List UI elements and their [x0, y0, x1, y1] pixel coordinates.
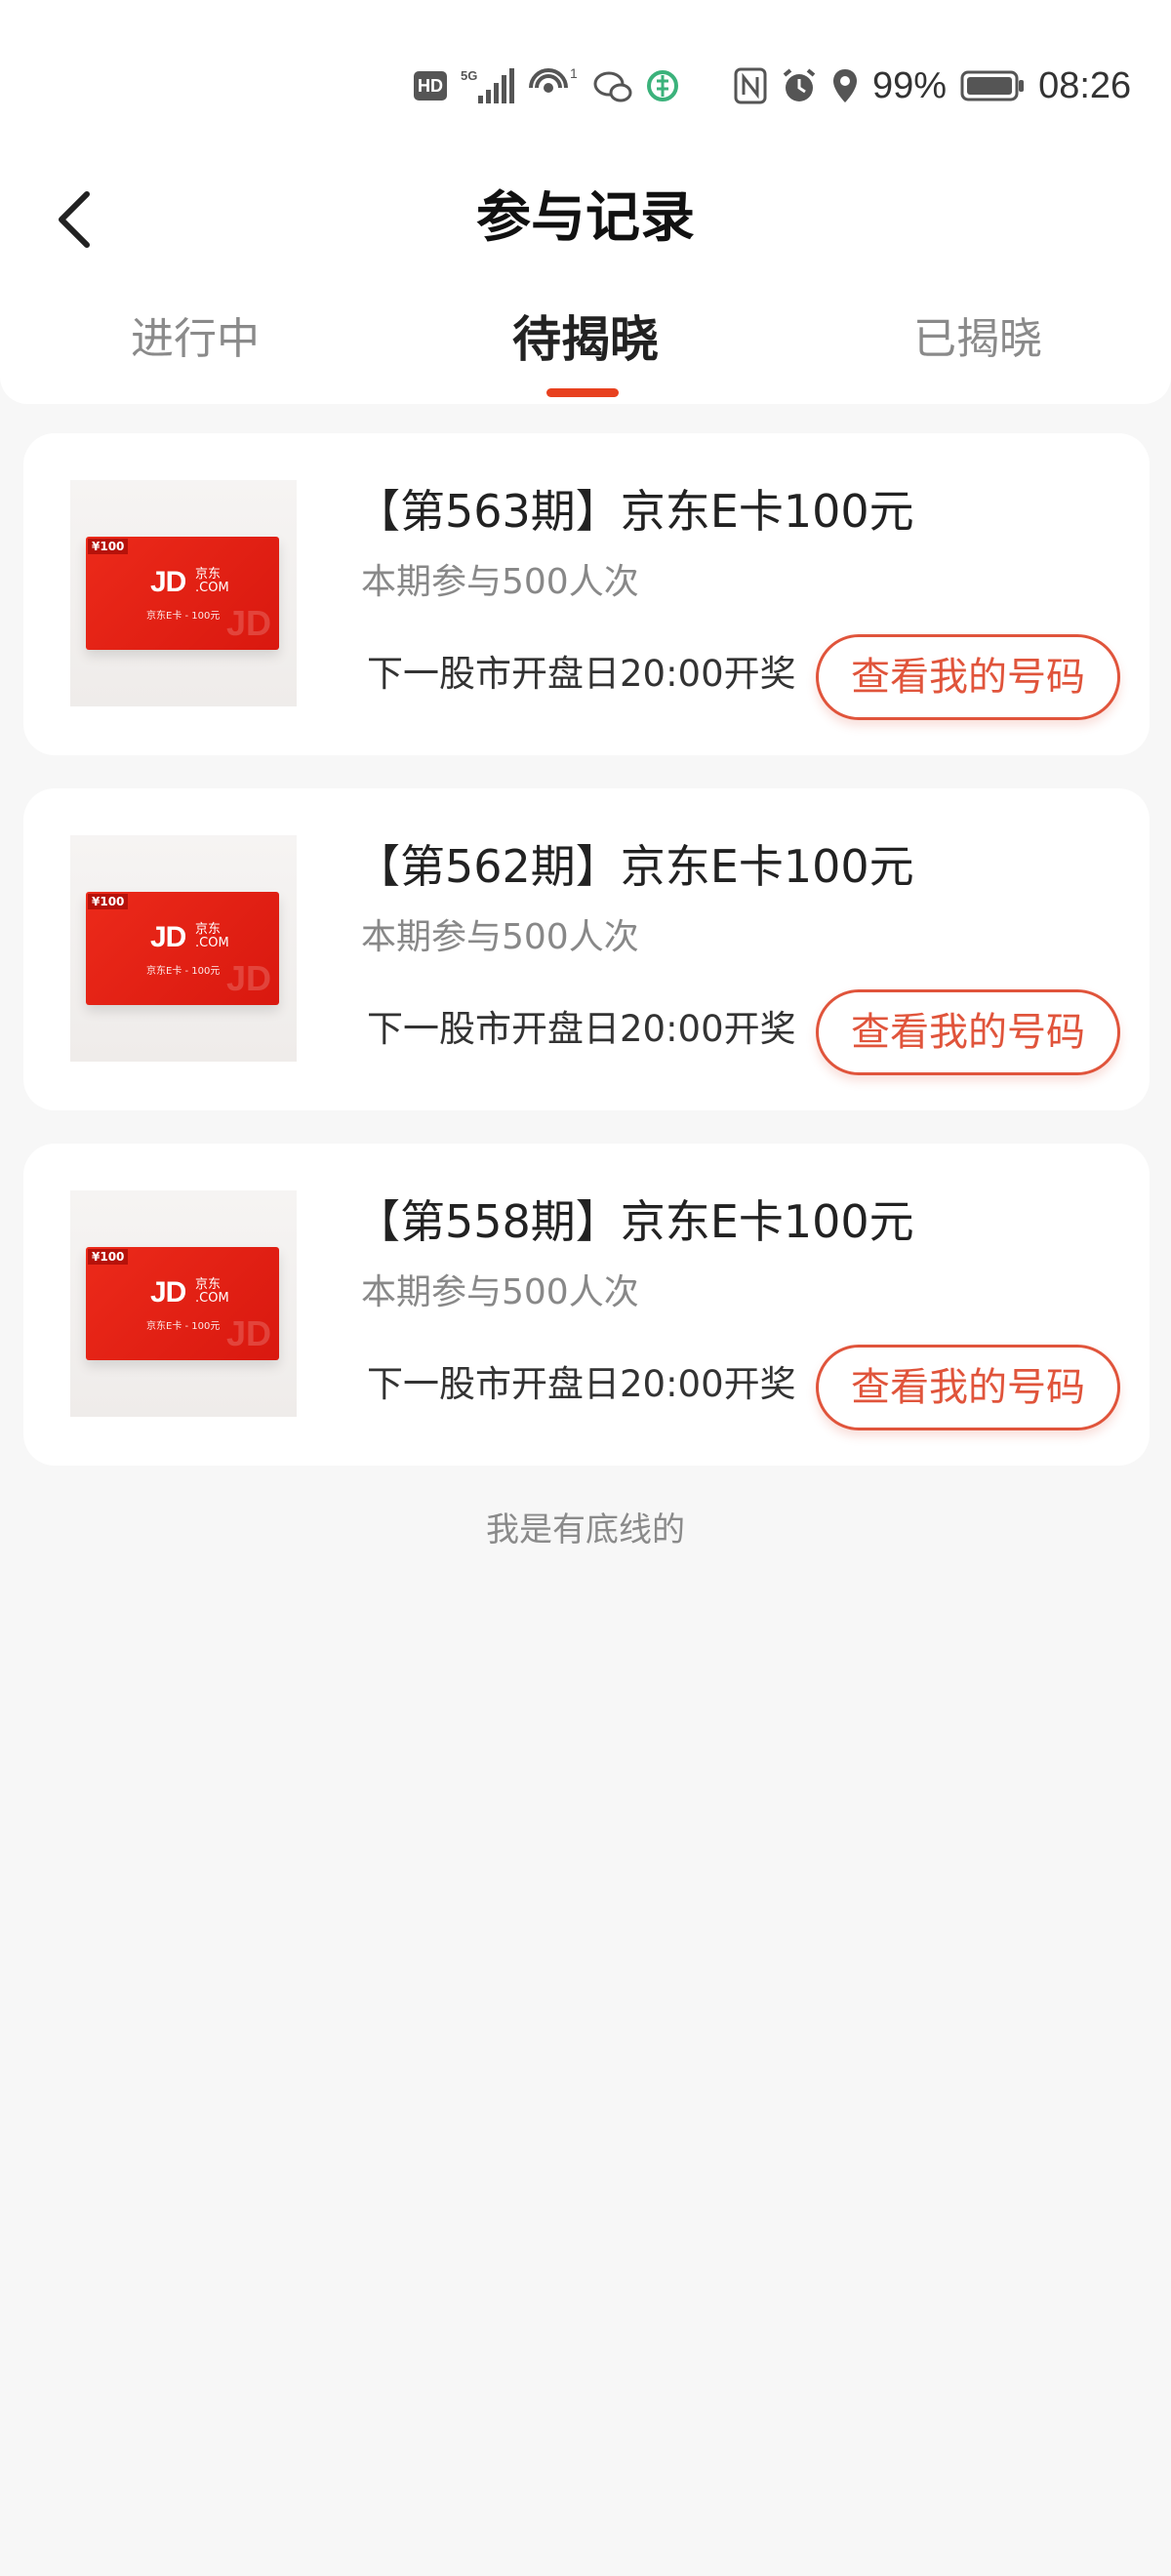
status-bar: HD 5G 1 99% 08:26: [0, 0, 1171, 166]
record-card[interactable]: ¥100 JD 京东 .COM 京东E卡 - 100元 JD 【第562期】京东E…: [23, 788, 1150, 1110]
battery-icon: [960, 69, 1025, 102]
card-value-tag: ¥100: [88, 894, 129, 909]
jd-logo-cn: 京东 .COM: [195, 922, 229, 950]
card-watermark: JD: [225, 603, 271, 643]
product-thumbnail: ¥100 JD 京东 .COM 京东E卡 - 100元 JD: [70, 835, 297, 1062]
jd-gift-card-image: ¥100 JD 京东 .COM 京东E卡 - 100元 JD: [86, 537, 279, 650]
draw-time: 下一股市开盘日20:00开奖: [367, 1363, 796, 1405]
signal-icon: 5G: [461, 66, 515, 105]
jd-logo-cn: 京东 .COM: [195, 1277, 229, 1306]
alarm-icon: [781, 67, 818, 104]
record-title: 【第563期】京东E卡100元: [355, 485, 914, 538]
view-my-numbers-button[interactable]: 查看我的号码: [816, 634, 1120, 720]
active-tab-indicator: [546, 388, 619, 397]
view-my-numbers-button[interactable]: 查看我的号码: [816, 1345, 1120, 1430]
jd-logo: JD: [150, 1276, 186, 1308]
tab-bar: 进行中 待揭晓 已揭晓: [0, 273, 1171, 404]
record-card[interactable]: ¥100 JD 京东 .COM 京东E卡 - 100元 JD 【第563期】京东E…: [23, 433, 1150, 755]
participants-count: 本期参与500人次: [361, 1272, 639, 1312]
view-my-numbers-button[interactable]: 查看我的号码: [816, 989, 1120, 1075]
tab-pending-reveal[interactable]: 待揭晓: [439, 301, 732, 379]
product-thumbnail: ¥100 JD 京东 .COM 京东E卡 - 100元 JD: [70, 480, 297, 706]
card-watermark: JD: [225, 958, 271, 998]
tab-revealed[interactable]: 已揭晓: [831, 301, 1124, 379]
participants-count: 本期参与500人次: [361, 917, 639, 957]
jd-logo: JD: [150, 566, 186, 598]
jd-gift-card-image: ¥100 JD 京东 .COM 京东E卡 - 100元 JD: [86, 1247, 279, 1360]
card-value-tag: ¥100: [88, 539, 129, 554]
product-thumbnail: ¥100 JD 京东 .COM 京东E卡 - 100元 JD: [70, 1190, 297, 1417]
end-of-list-note: 我是有底线的: [486, 1510, 685, 1550]
wifi-icon: 1: [529, 66, 580, 105]
card-subtitle: 京东E卡 - 100元: [146, 1321, 221, 1332]
status-icons: HD 5G 1 99% 08:26: [414, 62, 1145, 109]
record-title: 【第558期】京东E卡100元: [355, 1195, 914, 1248]
page-title: 参与记录: [476, 186, 695, 250]
nav-header: 参与记录: [0, 166, 1171, 273]
location-icon: [831, 67, 859, 104]
jd-logo: JD: [150, 921, 186, 953]
card-watermark: JD: [225, 1313, 271, 1353]
card-value-tag: ¥100: [88, 1249, 129, 1265]
participants-count: 本期参与500人次: [361, 562, 639, 602]
hd-icon: HD: [414, 71, 447, 101]
jd-logo-cn: 京东 .COM: [195, 567, 229, 595]
battery-percent: 99%: [872, 64, 948, 106]
record-card[interactable]: ¥100 JD 京东 .COM 京东E卡 - 100元 JD 【第558期】京东E…: [23, 1144, 1150, 1466]
card-subtitle: 京东E卡 - 100元: [146, 966, 221, 977]
clock-time: 08:26: [1038, 64, 1132, 106]
wechat-icon: [593, 66, 632, 105]
network-type-label: 5G: [461, 68, 477, 83]
tab-in-progress[interactable]: 进行中: [49, 301, 342, 379]
card-subtitle: 京东E卡 - 100元: [146, 611, 221, 622]
draw-time: 下一股市开盘日20:00开奖: [367, 1008, 796, 1050]
draw-time: 下一股市开盘日20:00开奖: [367, 653, 796, 695]
jd-gift-card-image: ¥100 JD 京东 .COM 京东E卡 - 100元 JD: [86, 892, 279, 1005]
wifi-superscript: 1: [570, 66, 578, 81]
record-title: 【第562期】京东E卡100元: [355, 840, 914, 893]
nfc-icon: [734, 67, 767, 104]
eco-app-icon: [646, 69, 679, 102]
